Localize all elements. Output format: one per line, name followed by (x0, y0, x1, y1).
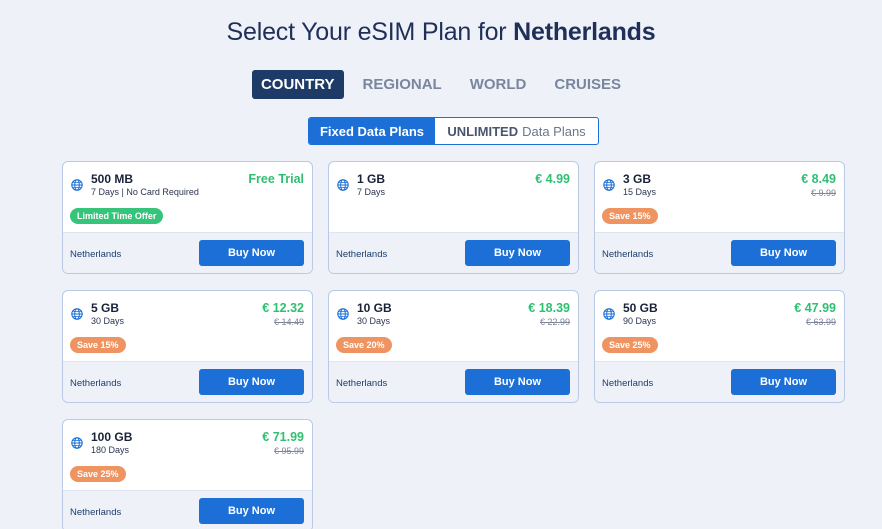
plan-card-top: 3 GB 15 Days € 8.49 € 9.99 Save 15% (595, 162, 844, 232)
page-title-country: Netherlands (513, 18, 656, 46)
tab-cruises[interactable]: CRUISES (545, 70, 630, 99)
plan-data-amount: 3 GB (623, 172, 652, 186)
plan-country: Netherlands (336, 249, 388, 260)
plan-card-footer: Netherlands Buy Now (329, 232, 578, 273)
plan-price: € 12.32 (262, 301, 304, 315)
plan-country: Netherlands (70, 249, 122, 260)
plan-card-footer: Netherlands Buy Now (63, 490, 312, 529)
plan-duration: 30 Days (357, 316, 391, 326)
plan-price: € 8.49 (801, 172, 836, 186)
plan-data-amount: 10 GB (357, 301, 392, 315)
globe-icon (337, 179, 349, 191)
plan-price: € 71.99 (262, 430, 304, 444)
plan-duration: 90 Days (623, 316, 657, 326)
plan-card: 1 GB 7 Days € 4.99 Netherlands Buy Now (328, 161, 579, 274)
plan-badge: Save 25% (602, 337, 658, 353)
plan-price: Free Trial (248, 172, 304, 186)
plan-card: 3 GB 15 Days € 8.49 € 9.99 Save 15% Netherlan… (594, 161, 845, 274)
plan-country: Netherlands (336, 378, 388, 389)
tab-regional[interactable]: REGIONAL (354, 70, 451, 99)
plan-data-amount: 5 GB (91, 301, 120, 315)
plan-card-top: 1 GB 7 Days € 4.99 (329, 162, 578, 232)
globe-icon (603, 308, 615, 320)
buy-now-button[interactable]: Buy Now (465, 369, 570, 395)
plan-original-price: € 63.99 (805, 317, 836, 327)
globe-icon (71, 437, 83, 449)
plan-duration: 180 Days (91, 445, 130, 455)
plan-data-amount: 1 GB (357, 172, 386, 186)
unlimited-label-rest: Data Plans (522, 123, 586, 139)
globe-icon (603, 179, 615, 191)
plan-data-amount: 500 MB (91, 172, 134, 186)
plan-original-price: € 9.99 (810, 188, 836, 198)
tab-country[interactable]: COUNTRY (251, 70, 344, 99)
plan-card-footer: Netherlands Buy Now (63, 361, 312, 402)
plan-country: Netherlands (602, 249, 654, 260)
region-tabs: COUNTRY REGIONAL WORLD CRUISES (0, 70, 882, 99)
fixed-data-plans-option[interactable]: Fixed Data Plans (309, 118, 435, 144)
plan-card-top: 100 GB 180 Days € 71.99 € 95.99 Save 25% (63, 420, 312, 490)
page-title: Select Your eSIM Plan for Netherlands (0, 18, 882, 47)
plan-original-price: € 14.49 (273, 317, 304, 327)
globe-icon (71, 179, 83, 191)
plan-card: 10 GB 30 Days € 18.39 € 22.99 Save 20% Nether… (328, 290, 579, 403)
plan-original-price: € 95.99 (273, 446, 304, 456)
globe-icon (337, 308, 349, 320)
buy-now-button[interactable]: Buy Now (731, 369, 836, 395)
buy-now-button[interactable]: Buy Now (731, 240, 836, 266)
plan-card-footer: Netherlands Buy Now (329, 361, 578, 402)
unlimited-label-bold: UNLIMITED (447, 123, 519, 139)
globe-icon (71, 308, 83, 320)
plan-price: € 18.39 (528, 301, 570, 315)
plan-original-price: € 22.99 (539, 317, 570, 327)
buy-now-button[interactable]: Buy Now (199, 240, 304, 266)
plan-badge: Save 15% (602, 208, 658, 224)
plan-card: 100 GB 180 Days € 71.99 € 95.99 Save 25% Neth… (62, 419, 313, 529)
plan-card-top: 10 GB 30 Days € 18.39 € 22.99 Save 20% (329, 291, 578, 361)
plan-card: 500 MB 7 Days | No Card Required Free Tria… (62, 161, 313, 274)
plan-price: € 47.99 (794, 301, 836, 315)
plan-card-top: 50 GB 90 Days € 47.99 € 63.99 Save 25% (595, 291, 844, 361)
plan-duration: 7 Days | No Card Required (91, 187, 199, 197)
plan-duration: 7 Days (357, 187, 386, 197)
plan-badge: Save 25% (70, 466, 126, 482)
plan-badge: Save 20% (336, 337, 392, 353)
unlimited-data-plans-option[interactable]: UNLIMITED Data Plans (435, 118, 598, 144)
plan-badge: Save 15% (70, 337, 126, 353)
plan-card-footer: Netherlands Buy Now (595, 232, 844, 273)
plan-data-amount: 100 GB (91, 430, 133, 444)
plan-price: € 4.99 (535, 172, 570, 186)
plan-duration: 15 Days (623, 187, 657, 197)
plan-type-toggle: Fixed Data Plans UNLIMITED Data Plans (308, 117, 599, 145)
plan-country: Netherlands (70, 507, 122, 518)
plan-card: 50 GB 90 Days € 47.99 € 63.99 Save 25% Nether… (594, 290, 845, 403)
buy-now-button[interactable]: Buy Now (465, 240, 570, 266)
plan-data-amount: 50 GB (623, 301, 658, 315)
plan-card-footer: Netherlands Buy Now (63, 232, 312, 273)
plan-card-footer: Netherlands Buy Now (595, 361, 844, 402)
plan-card-top: 5 GB 30 Days € 12.32 € 14.49 Save 15% (63, 291, 312, 361)
plan-country: Netherlands (70, 378, 122, 389)
plan-badge: Limited Time Offer (70, 208, 164, 224)
plan-duration: 30 Days (91, 316, 125, 326)
plan-card-top: 500 MB 7 Days | No Card Required Free Tria… (63, 162, 312, 232)
plan-country: Netherlands (602, 378, 654, 389)
tab-world[interactable]: WORLD (461, 70, 536, 99)
plan-card: 5 GB 30 Days € 12.32 € 14.49 Save 15% Netherl… (62, 290, 313, 403)
page-title-prefix: Select Your eSIM Plan for (226, 18, 514, 46)
buy-now-button[interactable]: Buy Now (199, 369, 304, 395)
buy-now-button[interactable]: Buy Now (199, 498, 304, 524)
